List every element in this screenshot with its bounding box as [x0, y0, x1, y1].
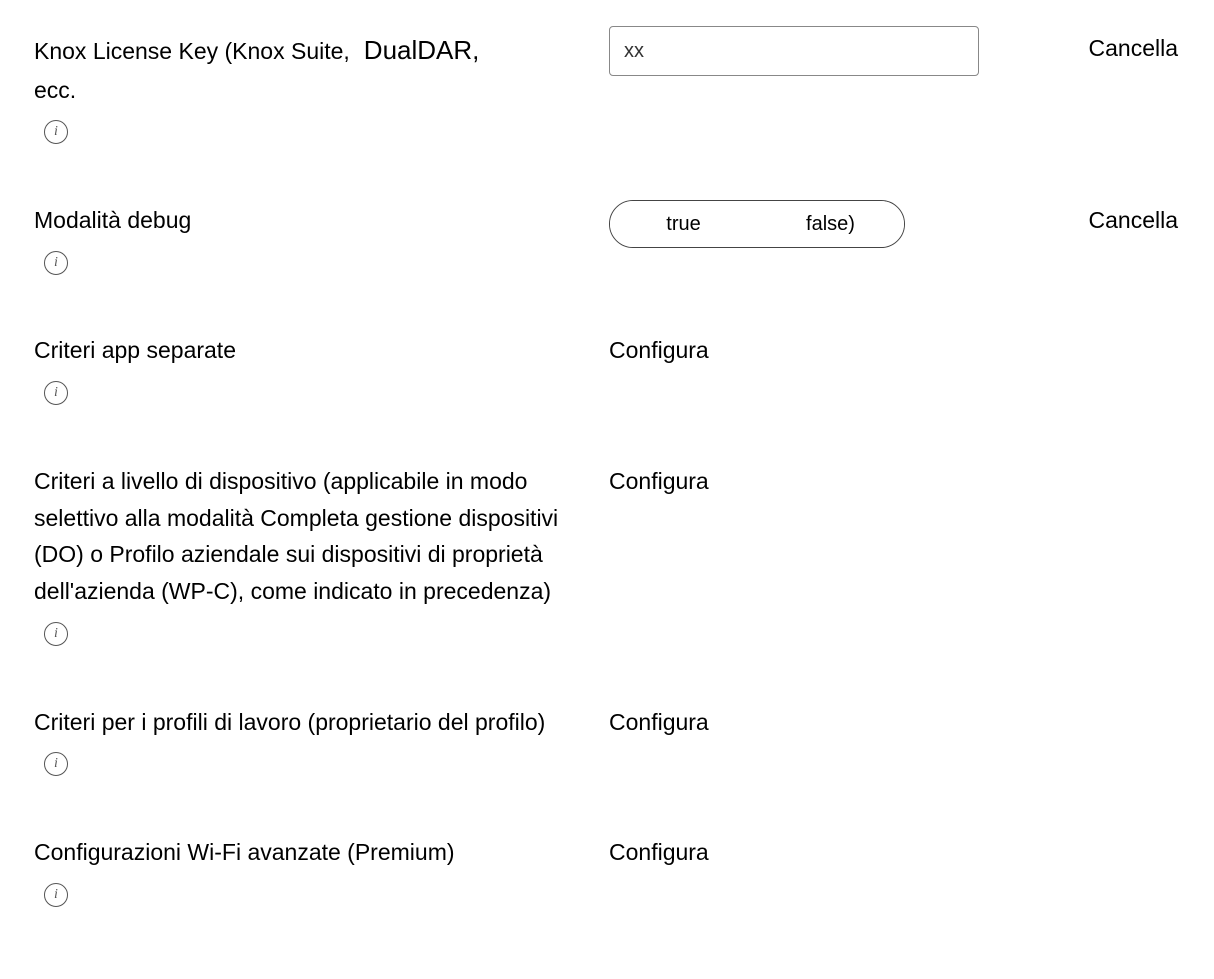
work-profiles-label: Criteri per i profili di lavoro (proprie… — [34, 704, 589, 741]
debug-mode-label: Modalità debug — [34, 202, 589, 239]
device-policies-label: Criteri a livello di dispositivo (applic… — [34, 463, 589, 610]
info-icon[interactable] — [44, 752, 68, 776]
debug-false-option[interactable]: false) — [757, 201, 904, 247]
license-label-main: Knox License Key (Knox Suite, — [34, 38, 350, 64]
license-key-input[interactable] — [609, 26, 979, 76]
row-wifi-advanced: Configurazioni Wi-Fi avanzate (Premium) … — [34, 834, 1184, 908]
row-license-key: Knox License Key (Knox Suite, DualDAR, ec… — [34, 30, 1184, 146]
info-icon[interactable] — [44, 381, 68, 405]
wifi-advanced-label: Configurazioni Wi-Fi avanzate (Premium) — [34, 834, 589, 871]
cancel-button[interactable]: Cancella — [1089, 35, 1179, 61]
cancel-button[interactable]: Cancella — [1089, 207, 1179, 233]
license-label-line2: ecc. — [34, 72, 589, 109]
debug-mode-toggle[interactable]: true false) — [609, 200, 905, 248]
license-label-suffix: DualDAR, — [364, 35, 480, 65]
row-debug-mode: Modalità debug true false) Cancella — [34, 202, 1184, 276]
configure-button[interactable]: Configura — [609, 704, 709, 741]
info-icon[interactable] — [44, 120, 68, 144]
row-device-policies: Criteri a livello di dispositivo (applic… — [34, 463, 1184, 648]
row-separate-apps: Criteri app separate Configura — [34, 332, 1184, 406]
row-work-profiles: Criteri per i profili di lavoro (proprie… — [34, 704, 1184, 778]
info-icon[interactable] — [44, 251, 68, 275]
debug-true-option[interactable]: true — [610, 201, 757, 247]
separate-apps-label: Criteri app separate — [34, 332, 589, 369]
configure-button[interactable]: Configura — [609, 463, 709, 500]
configure-button[interactable]: Configura — [609, 332, 709, 369]
info-icon[interactable] — [44, 622, 68, 646]
info-icon[interactable] — [44, 883, 68, 907]
license-key-label: Knox License Key (Knox Suite, DualDAR, — [34, 30, 589, 72]
configure-button[interactable]: Configura — [609, 834, 709, 871]
